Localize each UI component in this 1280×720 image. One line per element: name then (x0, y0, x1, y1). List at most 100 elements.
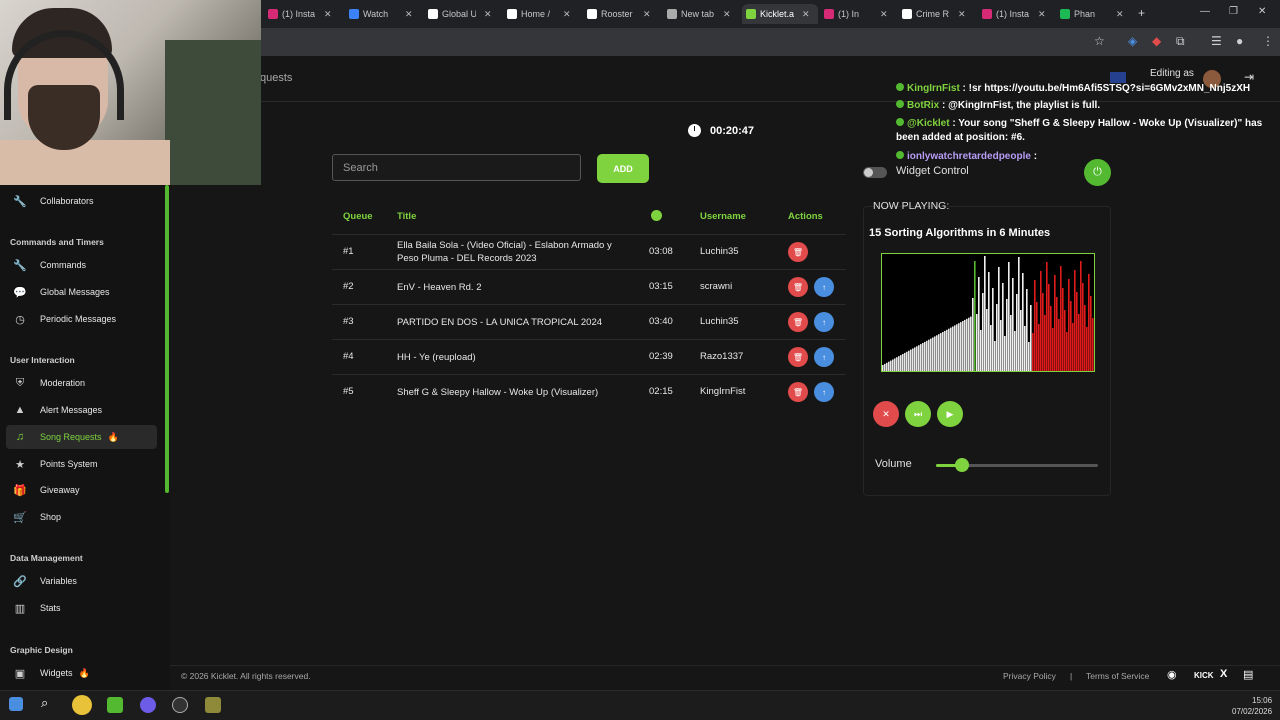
visualizer-bar (1012, 278, 1014, 371)
visualizer-bar (922, 343, 924, 371)
volume-handle[interactable] (955, 458, 969, 472)
browser-tab[interactable]: (1) In ✕ (820, 4, 896, 24)
sidebar-item-moderation[interactable]: ⛨ Moderation (6, 371, 157, 395)
maximize-icon[interactable]: ❐ (1229, 6, 1238, 17)
kick-app-icon[interactable] (107, 697, 123, 713)
sidebar-item-commands[interactable]: 🔧 Commands (6, 253, 157, 277)
search-icon[interactable]: ⌕ (41, 695, 57, 711)
browser-tab[interactable]: Phan ✕ (1056, 4, 1132, 24)
browser-tab[interactable]: (1) Insta ✕ (978, 4, 1054, 24)
chrome-icon[interactable] (72, 695, 92, 715)
power-button[interactable]: ⏻ (1084, 159, 1111, 186)
extension-icon[interactable]: ◆ (1152, 34, 1161, 48)
kick-link[interactable]: KICK (1194, 671, 1214, 680)
browser-tab[interactable]: Global U ✕ (424, 4, 500, 24)
sidebar-item-variables[interactable]: 🔗 Variables (6, 569, 157, 593)
sidebar-scrollbar[interactable] (165, 185, 169, 493)
chat-message: been added at position: #6. (896, 131, 1025, 144)
tab-search-icon[interactable]: ☰ (1211, 34, 1222, 48)
minimize-icon[interactable]: — (1200, 6, 1210, 17)
sidebar-item-label: Variables (40, 576, 77, 586)
close-tab-icon[interactable]: ✕ (324, 9, 332, 20)
profile-icon[interactable]: ● (1236, 34, 1243, 48)
browser-tab[interactable]: Watch ✕ (345, 4, 421, 24)
song-duration: 02:15 (649, 386, 673, 397)
sidebar-item-alert-messages[interactable]: ▲ Alert Messages (6, 398, 157, 422)
sidebar-section-heading: Commands and Timers (10, 237, 104, 247)
app-icon[interactable] (205, 697, 221, 713)
close-window-icon[interactable]: ✕ (1258, 6, 1266, 17)
visualizer-bar (888, 361, 890, 371)
kebab-menu-icon[interactable]: ⋮ (1262, 34, 1274, 48)
browser-tab[interactable]: Kicklet.a ✕ (742, 4, 818, 24)
visualizer-bar (1000, 320, 1002, 371)
delete-song-button[interactable]: 🗑 (788, 382, 808, 402)
delete-song-button[interactable]: 🗑 (788, 277, 808, 297)
sidebar-item-periodic-messages[interactable]: ◷ Periodic Messages (6, 307, 157, 331)
move-up-button[interactable]: ↑ (814, 382, 834, 402)
sidebar-item-global-messages[interactable]: 💬 Global Messages (6, 280, 157, 304)
browser-tab[interactable]: Crime R ✕ (898, 4, 974, 24)
stop-button[interactable]: ✕ (873, 401, 899, 427)
visualizer-bar (918, 345, 920, 371)
close-tab-icon[interactable]: ✕ (1038, 9, 1046, 20)
add-button[interactable]: ADD (597, 154, 649, 183)
close-tab-icon[interactable]: ✕ (643, 9, 651, 20)
widget-control-toggle[interactable] (863, 167, 887, 178)
sidebar-item-label: Points System (40, 459, 98, 469)
tab-favicon-icon (902, 9, 912, 19)
sidebar-item-collaborators[interactable]: 🔧 Collaborators (6, 189, 157, 213)
sidebar-item-giveaway[interactable]: 🎁 Giveaway (6, 478, 157, 502)
close-tab-icon[interactable]: ✕ (958, 9, 966, 20)
app-icon[interactable] (140, 697, 156, 713)
browser-tab[interactable]: Home / ✕ (503, 4, 579, 24)
visualizer-bar (1060, 266, 1062, 371)
visualizer-bar (1064, 310, 1066, 371)
sidebar-item-song-requests[interactable]: ♫ Song Requests 🔥 (6, 425, 157, 449)
video-player[interactable] (881, 253, 1095, 372)
extension-icon[interactable]: ◈ (1128, 34, 1137, 48)
close-tab-icon[interactable]: ✕ (802, 9, 810, 20)
visualizer-bar (1080, 261, 1082, 371)
delete-song-button[interactable]: 🗑 (788, 242, 808, 262)
x-link[interactable]: X (1220, 668, 1227, 680)
document-icon[interactable]: ▤ (1243, 668, 1253, 681)
play-button[interactable]: ▶ (937, 401, 963, 427)
close-tab-icon[interactable]: ✕ (484, 9, 492, 20)
terms-link[interactable]: Terms of Service (1086, 671, 1149, 681)
move-up-button[interactable]: ↑ (814, 347, 834, 367)
sidebar-item-points-system[interactable]: ★ Points System (6, 452, 157, 476)
move-up-button[interactable]: ↑ (814, 312, 834, 332)
windows-start-icon[interactable] (9, 697, 23, 711)
visualizer-bar (1020, 310, 1022, 371)
visualizer-bar (988, 272, 990, 371)
chat-message: ionlywatchretardedpeople : (896, 150, 1037, 163)
close-tab-icon[interactable]: ✕ (563, 9, 571, 20)
delete-song-button[interactable]: 🗑 (788, 312, 808, 332)
puzzle-icon[interactable]: ⧉ (1176, 34, 1185, 49)
visualizer-bar (1076, 292, 1078, 371)
visualizer-bar (1086, 327, 1088, 371)
sidebar-item-widgets[interactable]: ▣ Widgets 🔥 (6, 661, 157, 685)
close-tab-icon[interactable]: ✕ (723, 9, 731, 20)
move-up-button[interactable]: ↑ (814, 277, 834, 297)
app-icon[interactable] (172, 697, 188, 713)
delete-song-button[interactable]: 🗑 (788, 347, 808, 367)
requester-username: scrawni (700, 281, 733, 292)
close-tab-icon[interactable]: ✕ (880, 9, 888, 20)
sidebar-item-shop[interactable]: 🛒 Shop (6, 505, 157, 529)
discord-icon[interactable]: ◉ (1167, 668, 1177, 681)
sorting-visualizer (882, 256, 1094, 371)
search-input[interactable] (332, 154, 581, 181)
privacy-link[interactable]: Privacy Policy (1003, 671, 1056, 681)
new-tab-button[interactable]: + (1138, 6, 1145, 20)
close-tab-icon[interactable]: ✕ (1116, 9, 1124, 20)
skip-button[interactable]: ⏭ (905, 401, 931, 427)
browser-tab[interactable]: New tab ✕ (663, 4, 739, 24)
close-tab-icon[interactable]: ✕ (405, 9, 413, 20)
browser-tab[interactable]: (1) Insta ✕ (264, 4, 340, 24)
browser-tab[interactable]: Rooster ✕ (583, 4, 659, 24)
sidebar-item-stats[interactable]: ▥ Stats (6, 596, 157, 620)
bookmark-star-icon[interactable]: ☆ (1094, 34, 1105, 48)
widget-icon: ▣ (14, 667, 26, 680)
